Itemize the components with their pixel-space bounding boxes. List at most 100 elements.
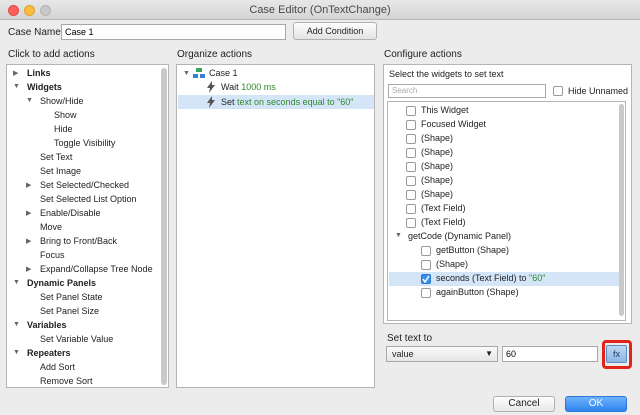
expanded-arrow-icon[interactable]: ▼ bbox=[395, 232, 402, 239]
widget-item[interactable]: Focused Widget bbox=[421, 119, 486, 132]
widget-checkbox[interactable] bbox=[421, 260, 431, 270]
cancel-button[interactable]: Cancel bbox=[493, 396, 555, 412]
set-text-to-label: Set text to bbox=[387, 333, 433, 344]
widget-checkbox[interactable] bbox=[421, 246, 431, 256]
value-type-selected: value bbox=[392, 349, 414, 359]
case-expand-icon[interactable]: ▼ bbox=[183, 70, 190, 77]
action-item[interactable]: Set Variable Value bbox=[40, 334, 113, 347]
actions-tree: ▶ Links ▼ Widgets ▼ Show/Hide Show Hide Toggle V… bbox=[6, 64, 169, 388]
widget-checkbox[interactable] bbox=[406, 134, 416, 144]
expanded-arrow-icon[interactable]: ▼ bbox=[13, 321, 20, 328]
value-type-select[interactable]: value ▼ bbox=[386, 346, 498, 362]
action-item[interactable]: Widgets bbox=[27, 82, 62, 95]
action-item[interactable]: Enable/Disable bbox=[40, 208, 101, 221]
hide-unnamed-checkbox[interactable] bbox=[553, 86, 563, 96]
widget-value: "60" bbox=[529, 273, 546, 283]
widget-label: (Shape) bbox=[421, 161, 454, 171]
widget-group[interactable]: getCode (Dynamic Panel) bbox=[408, 231, 511, 244]
widget-label: againButton (Shape) bbox=[436, 287, 519, 297]
widget-label: getButton (Shape) bbox=[436, 245, 510, 255]
widget-item[interactable]: getButton (Shape) bbox=[436, 245, 509, 258]
widget-item[interactable]: (Shape) bbox=[421, 147, 453, 160]
widget-checkbox[interactable] bbox=[406, 162, 416, 172]
select-widgets-label: Select the widgets to set text bbox=[389, 69, 504, 79]
collapsed-arrow-icon[interactable]: ▶ bbox=[13, 69, 18, 77]
title-bar: Case Editor (OnTextChange) bbox=[0, 0, 640, 20]
widget-checkbox[interactable] bbox=[406, 204, 416, 214]
widget-checkbox[interactable] bbox=[406, 106, 416, 116]
action-item[interactable]: Set Text bbox=[40, 152, 72, 165]
widget-checkbox[interactable] bbox=[421, 288, 431, 298]
widget-label: (Text Field) bbox=[421, 203, 466, 213]
actions-scrollbar[interactable] bbox=[161, 68, 167, 385]
action-item[interactable]: Links bbox=[27, 68, 51, 81]
collapsed-arrow-icon[interactable]: ▶ bbox=[26, 237, 31, 245]
wait-action-value: 1000 ms bbox=[241, 82, 276, 92]
wait-action[interactable]: Wait 1000 ms bbox=[221, 82, 276, 95]
case-item[interactable]: Case 1 bbox=[209, 68, 238, 81]
action-item[interactable]: Bring to Front/Back bbox=[40, 236, 117, 249]
expanded-arrow-icon[interactable]: ▼ bbox=[13, 279, 20, 286]
widget-item[interactable]: (Shape) bbox=[421, 189, 453, 202]
widget-checkbox[interactable] bbox=[406, 218, 416, 228]
action-item[interactable]: Remove Sort bbox=[40, 376, 93, 387]
widget-item[interactable]: (Shape) bbox=[421, 175, 453, 188]
action-item[interactable]: Toggle Visibility bbox=[54, 138, 115, 151]
widget-label: Focused Widget bbox=[421, 119, 487, 129]
action-item[interactable]: Expand/Collapse Tree Node bbox=[40, 264, 153, 277]
text-value-input[interactable] bbox=[502, 346, 598, 362]
checkmark-icon bbox=[422, 275, 430, 283]
configure-actions-heading: Configure actions bbox=[384, 49, 462, 60]
widget-checkbox[interactable] bbox=[406, 148, 416, 158]
widget-label: (Shape) bbox=[421, 189, 454, 199]
action-item[interactable]: Set Panel Size bbox=[40, 306, 99, 319]
widget-search-input[interactable]: Search bbox=[388, 84, 546, 98]
widget-item[interactable]: (Text Field) bbox=[421, 203, 466, 216]
lightning-icon bbox=[207, 96, 215, 108]
collapsed-arrow-icon[interactable]: ▶ bbox=[26, 209, 31, 217]
widget-label: (Text Field) bbox=[421, 217, 466, 227]
action-item[interactable]: Set Image bbox=[40, 166, 81, 179]
widget-checkbox[interactable] bbox=[406, 176, 416, 186]
action-item[interactable]: Dynamic Panels bbox=[27, 278, 96, 291]
case-name-input[interactable] bbox=[61, 24, 286, 40]
action-item[interactable]: Show/Hide bbox=[40, 96, 84, 109]
action-item[interactable]: Set Selected List Option bbox=[40, 194, 137, 207]
set-text-action[interactable]: Set text on seconds equal to "60" bbox=[221, 97, 354, 110]
widget-item[interactable]: (Text Field) bbox=[421, 217, 466, 230]
action-item[interactable]: Hide bbox=[54, 124, 73, 137]
action-item[interactable]: Add Sort bbox=[40, 362, 75, 375]
collapsed-arrow-icon[interactable]: ▶ bbox=[26, 265, 31, 273]
widget-item[interactable]: seconds (Text Field) to "60" bbox=[436, 273, 545, 286]
configure-actions-panel: Select the widgets to set text Search Hi… bbox=[383, 64, 632, 324]
ok-button[interactable]: OK bbox=[565, 396, 627, 412]
expanded-arrow-icon[interactable]: ▼ bbox=[26, 97, 33, 104]
lightning-icon bbox=[207, 81, 215, 93]
action-item[interactable]: Variables bbox=[27, 320, 67, 333]
add-condition-button[interactable]: Add Condition bbox=[293, 22, 377, 40]
action-item[interactable]: Repeaters bbox=[27, 348, 71, 361]
fx-button[interactable]: fx bbox=[606, 345, 627, 363]
widget-item[interactable]: (Shape) bbox=[436, 259, 468, 272]
widget-item[interactable]: (Shape) bbox=[421, 133, 453, 146]
widget-checkbox[interactable] bbox=[421, 274, 431, 284]
widget-checkbox[interactable] bbox=[406, 120, 416, 130]
collapsed-arrow-icon[interactable]: ▶ bbox=[26, 181, 31, 189]
action-item[interactable]: Move bbox=[40, 222, 62, 235]
action-item[interactable]: Set Selected/Checked bbox=[40, 180, 129, 193]
wait-action-prefix: Wait bbox=[221, 82, 239, 92]
widget-item[interactable]: againButton (Shape) bbox=[436, 287, 519, 300]
action-item[interactable]: Focus bbox=[40, 250, 65, 263]
expanded-arrow-icon[interactable]: ▼ bbox=[13, 83, 20, 90]
widget-item[interactable]: This Widget bbox=[421, 105, 469, 118]
action-item[interactable]: Show bbox=[54, 110, 77, 123]
widget-label: (Shape) bbox=[421, 175, 454, 185]
action-item[interactable]: Set Panel State bbox=[40, 292, 103, 305]
case-icon bbox=[193, 68, 205, 78]
widget-list-scrollbar[interactable] bbox=[619, 104, 624, 316]
widget-item[interactable]: (Shape) bbox=[421, 161, 453, 174]
widget-checkbox[interactable] bbox=[406, 190, 416, 200]
set-action-value: text on seconds equal to "60" bbox=[237, 97, 354, 107]
expanded-arrow-icon[interactable]: ▼ bbox=[13, 349, 20, 356]
widget-label: (Shape) bbox=[421, 133, 454, 143]
